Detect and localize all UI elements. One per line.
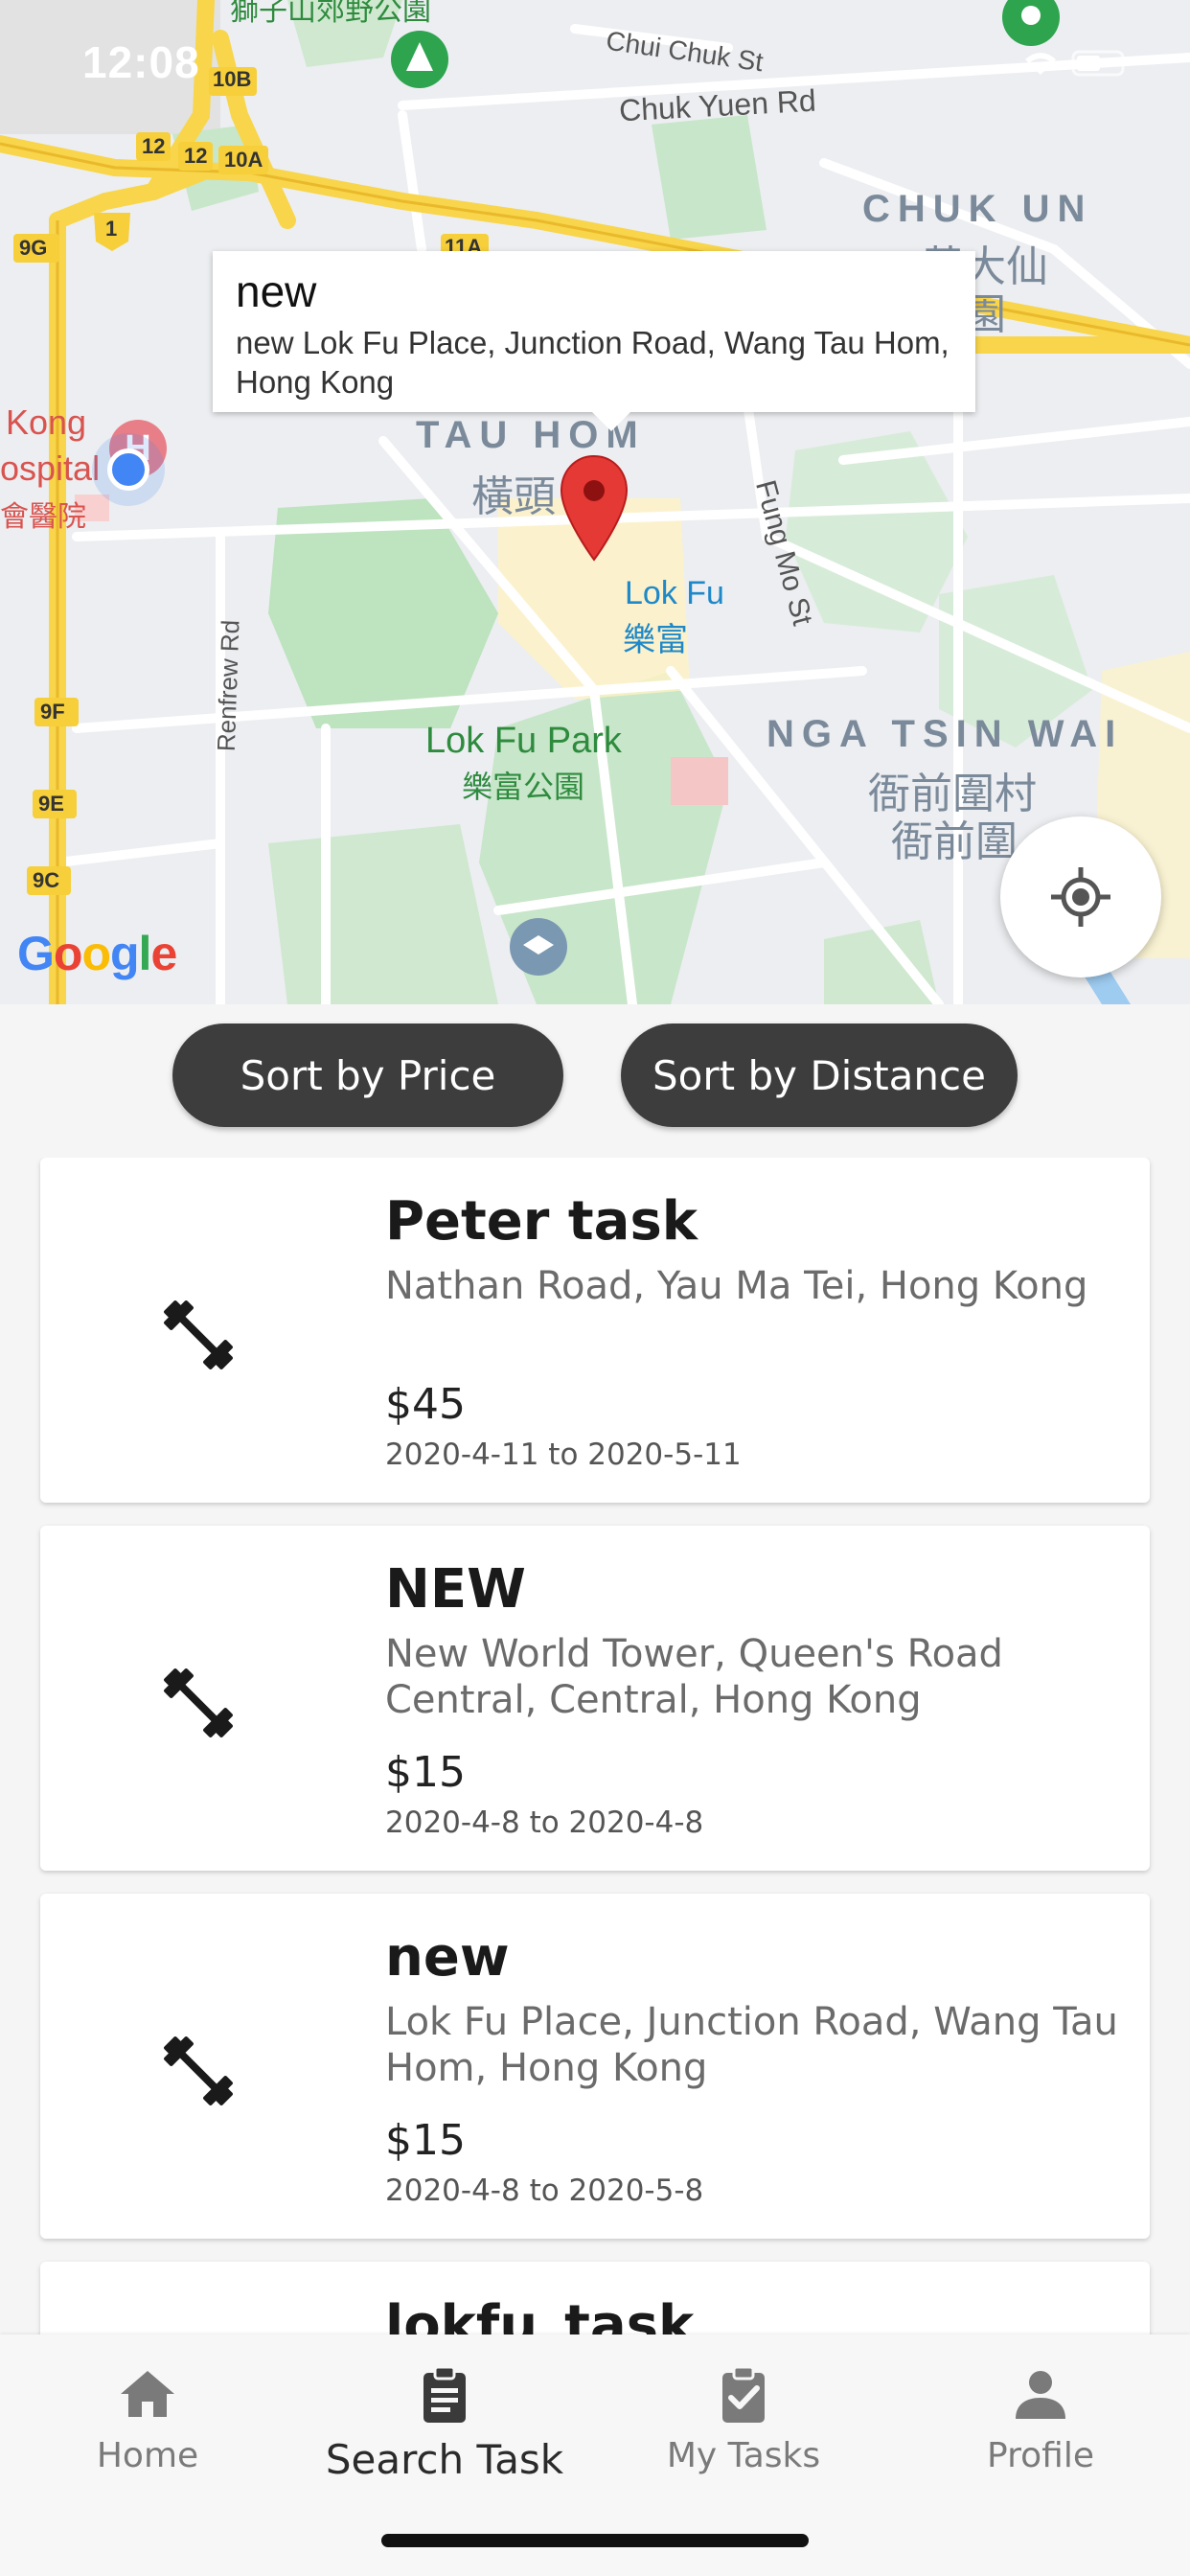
map-route-10b: 10B [213, 67, 252, 91]
marker-info-window[interactable]: new new Lok Fu Place, Junction Road, Wan… [213, 251, 975, 431]
map-label-chuk-un: CHUK UN [862, 188, 1093, 230]
map-label-lok-fu: Lok Fu [625, 575, 724, 611]
task-card[interactable]: new Lok Fu Place, Junction Road, Wang Ta… [40, 1894, 1150, 2239]
map-label-lok-fu-park: Lok Fu Park [425, 721, 622, 761]
map-label-lok-fu-park-cjk: 樂富公園 [462, 770, 585, 804]
task-card[interactable]: Peter task Nathan Road, Yau Ma Tei, Hong… [40, 1158, 1150, 1503]
current-location-dot [107, 448, 149, 491]
task-title: lokfu_task [385, 2294, 695, 2334]
clipboard-icon [423, 2365, 466, 2423]
sort-controls: Sort by Price Sort by Distance [0, 1024, 1190, 1127]
nav-item-profile[interactable]: Profile [897, 2363, 1184, 2517]
status-icons [1025, 50, 1125, 77]
map-route-10a: 10A [224, 148, 263, 172]
task-title: new [385, 1926, 510, 1989]
map-label-park-top: 獅子山郊野公園 [230, 0, 431, 27]
task-card[interactable]: NEW New World Tower, Queen's Road Centra… [40, 1526, 1150, 1871]
map-label-hospital-en-2: ospital [0, 448, 101, 488]
nav-label-home: Home [96, 2436, 199, 2475]
map-route-12b: 12 [184, 144, 208, 168]
task-list[interactable]: Peter task Nathan Road, Yau Ma Tei, Hong… [0, 1158, 1190, 2334]
home-icon [121, 2371, 174, 2417]
nav-item-my-tasks[interactable]: My Tasks [600, 2363, 887, 2517]
map-label-hospital-cjk: 會醫院 [0, 501, 86, 533]
task-address: Nathan Road, Yau Ma Tei, Hong Kong [385, 1264, 1088, 1308]
map-label-nga-tsin-wai: NGA TSIN WAI [767, 713, 1124, 755]
map-label-renfrew-rd: Renfrew Rd [211, 619, 245, 752]
task-address: New World Tower, Queen's Road Central, C… [385, 1632, 1003, 1722]
map-route-12a: 12 [142, 134, 166, 158]
sort-by-price-button[interactable]: Sort by Price [172, 1024, 563, 1127]
map-route-9e: 9E [38, 792, 64, 816]
dumbbell-icon [164, 2036, 233, 2105]
map-label-nga-tsin-wai-cjk-2: 衙前圍 [891, 818, 1018, 865]
info-window-title: new [236, 266, 317, 316]
map-pin-icon[interactable] [560, 454, 629, 562]
task-dates: 2020-4-8 to 2020-4-8 [385, 1806, 704, 1840]
nav-item-search-task[interactable]: Search Task [301, 2363, 588, 2517]
person-icon [1016, 2371, 1065, 2419]
my-location-button[interactable] [1000, 816, 1161, 978]
task-price: $15 [385, 1748, 466, 1797]
sort-by-distance-button[interactable]: Sort by Distance [621, 1024, 1018, 1127]
task-price: $15 [385, 2116, 466, 2165]
nav-label-profile: Profile [987, 2436, 1094, 2475]
task-card[interactable]: lokfu_task [40, 2262, 1150, 2334]
task-price: $45 [385, 1380, 466, 1429]
dumbbell-icon [164, 1300, 233, 1369]
task-address: Lok Fu Place, Junction Road, Wang Tau Ho… [385, 2000, 1118, 2090]
app-screen: 12:08 獅子山郊野公園 Chui Chuk St Chuk Yuen Rd … [0, 0, 1190, 2576]
home-indicator[interactable] [381, 2534, 809, 2547]
google-logo: Google [17, 927, 177, 980]
task-title: NEW [385, 1558, 526, 1621]
status-time: 12:08 [82, 37, 200, 87]
task-dates: 2020-4-8 to 2020-5-8 [385, 2174, 704, 2208]
map-label-tau-hom-cjk: 橫頭 [471, 473, 556, 520]
task-title: Peter task [385, 1190, 698, 1253]
nav-item-home[interactable]: Home [4, 2363, 291, 2517]
map-view[interactable]: 12:08 獅子山郊野公園 Chui Chuk St Chuk Yuen Rd … [0, 0, 1190, 1004]
map-route-1: 1 [105, 217, 118, 241]
dumbbell-icon [164, 1668, 233, 1737]
wifi-icon [1025, 53, 1056, 75]
clipboard-check-icon [722, 2365, 765, 2423]
map-label-hospital-en-1: Kong [6, 402, 87, 442]
map-label-lok-fu-cjk: 樂富 [623, 622, 688, 658]
nav-label-my-tasks: My Tasks [666, 2436, 821, 2475]
map-route-9g: 9G [19, 236, 48, 260]
info-window-snippet: new Lok Fu Place, Junction Road, Wang Ta… [236, 324, 950, 401]
my-location-icon [1051, 867, 1110, 927]
map-route-9c: 9C [33, 868, 60, 892]
battery-icon [1071, 50, 1125, 77]
map-route-9f: 9F [40, 700, 65, 724]
task-dates: 2020-4-11 to 2020-5-11 [385, 1438, 742, 1472]
nav-label-search-task: Search Task [325, 2436, 564, 2483]
